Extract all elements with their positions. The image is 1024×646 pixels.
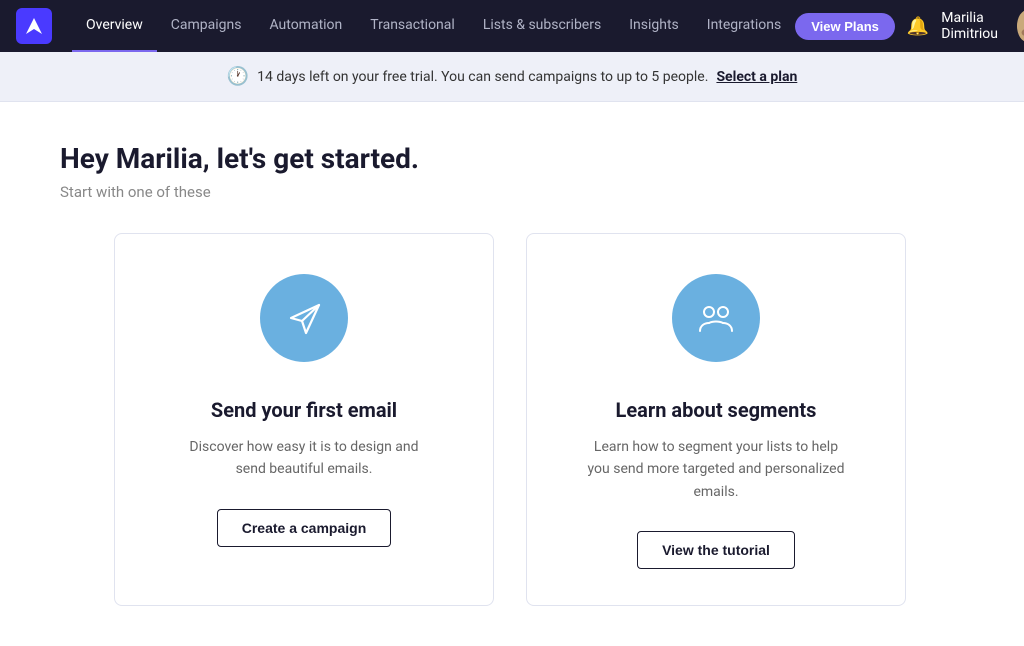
email-card-description: Discover how easy it is to design and se… <box>174 436 434 481</box>
clock-icon: 🕐 <box>227 66 249 87</box>
segments-icon-circle <box>672 274 760 362</box>
avatar <box>1017 10 1024 42</box>
nav-right: View Plans 🔔 Marilia Dimitriou ▼ <box>795 10 1024 42</box>
people-icon <box>695 297 737 339</box>
nav-items: Overview Campaigns Automation Transactio… <box>72 0 795 52</box>
send-email-icon-circle <box>260 274 348 362</box>
email-card-title: Send your first email <box>211 398 397 422</box>
nav-campaigns[interactable]: Campaigns <box>157 0 256 52</box>
segments-card-title: Learn about segments <box>616 398 817 422</box>
app-logo <box>16 8 52 44</box>
create-campaign-button[interactable]: Create a campaign <box>217 509 392 547</box>
email-card: Send your first email Discover how easy … <box>114 233 494 606</box>
username-label: Marilia Dimitriou <box>941 10 1009 42</box>
trial-banner: 🕐 14 days left on your free trial. You c… <box>0 52 1024 102</box>
nav-insights[interactable]: Insights <box>615 0 693 52</box>
main-content: Hey Marilia, let's get started. Start wi… <box>0 102 1024 646</box>
view-plans-button[interactable]: View Plans <box>795 13 895 40</box>
nav-lists-subscribers[interactable]: Lists & subscribers <box>469 0 615 52</box>
trial-text: 14 days left on your free trial. You can… <box>257 69 708 85</box>
user-menu[interactable]: Marilia Dimitriou ▼ <box>941 10 1024 42</box>
nav-integrations[interactable]: Integrations <box>693 0 795 52</box>
segments-card-description: Learn how to segment your lists to help … <box>586 436 846 503</box>
send-icon <box>283 297 325 339</box>
nav-automation[interactable]: Automation <box>255 0 356 52</box>
select-plan-link[interactable]: Select a plan <box>716 69 797 85</box>
navbar: Overview Campaigns Automation Transactio… <box>0 0 1024 52</box>
cards-container: Send your first email Discover how easy … <box>60 233 960 606</box>
view-tutorial-button[interactable]: View the tutorial <box>637 531 795 569</box>
segments-card: Learn about segments Learn how to segmen… <box>526 233 906 606</box>
greeting-heading: Hey Marilia, let's get started. <box>60 142 964 175</box>
nav-transactional[interactable]: Transactional <box>356 0 469 52</box>
notifications-icon[interactable]: 🔔 <box>907 16 929 37</box>
subtitle-text: Start with one of these <box>60 183 964 201</box>
nav-overview[interactable]: Overview <box>72 0 157 52</box>
